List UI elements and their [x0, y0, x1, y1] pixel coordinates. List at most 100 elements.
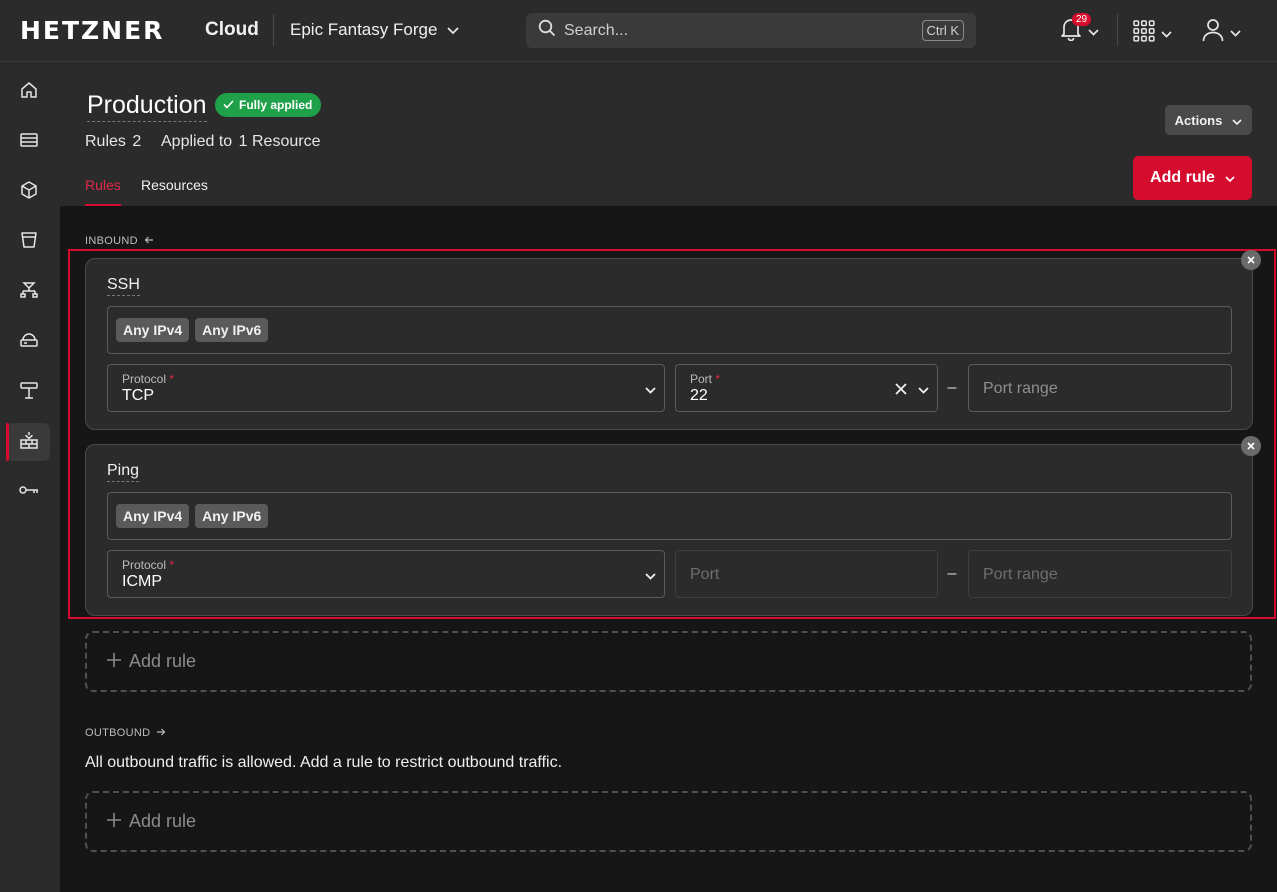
add-outbound-rule-button[interactable]: Add rule	[85, 791, 1252, 852]
storage-bucket-icon	[20, 231, 38, 254]
sidebar-item-networks[interactable]	[8, 373, 50, 411]
actions-label: Actions	[1174, 112, 1223, 128]
plus-icon	[107, 651, 121, 672]
outbound-label: OUTBOUND	[85, 727, 151, 739]
port-select[interactable]: Port * 22	[675, 364, 938, 412]
sidebar	[0, 62, 60, 892]
divider	[273, 14, 274, 46]
apps-menu-button[interactable]	[1133, 20, 1172, 47]
user-icon	[1202, 18, 1224, 47]
arrow-left-icon	[144, 235, 154, 247]
search-icon	[538, 19, 556, 42]
networks-icon	[20, 381, 38, 404]
inbound-label: INBOUND	[85, 235, 138, 247]
project-name: Epic Fantasy Forge	[290, 20, 438, 39]
clear-icon[interactable]	[895, 382, 907, 400]
chevron-down-icon	[1161, 25, 1172, 43]
sidebar-item-servers[interactable]	[8, 123, 50, 161]
rule-name[interactable]: Ping	[107, 462, 140, 482]
remove-rule-button[interactable]	[1241, 250, 1261, 270]
sidebar-item-firewalls[interactable]	[6, 423, 50, 461]
port-placeholder: Port	[690, 566, 720, 583]
close-icon	[1247, 251, 1255, 269]
rules-count: Rules 2	[85, 133, 141, 151]
notification-count-badge: 29	[1072, 13, 1092, 26]
source-ips-field[interactable]: Any IPv4 Any IPv6	[107, 492, 1232, 540]
add-rule-label: Add rule	[129, 651, 197, 671]
key-icon	[19, 483, 39, 501]
port-range-input: Port range	[968, 550, 1232, 598]
chevron-down-icon	[1088, 23, 1099, 41]
sidebar-item-security[interactable]	[8, 473, 50, 511]
plus-icon	[107, 811, 121, 832]
inbound-section-label: INBOUND	[85, 235, 154, 247]
floating-ip-icon	[20, 331, 38, 354]
rules-count-value: 2	[132, 133, 142, 150]
applied-to-count: Applied to 1 Resource	[161, 133, 320, 151]
add-inbound-rule-button[interactable]: Add rule	[85, 631, 1252, 692]
source-chip[interactable]: Any IPv6	[195, 318, 269, 342]
rule-name[interactable]: SSH	[107, 276, 140, 296]
chevron-down-icon	[447, 20, 460, 40]
user-menu-button[interactable]	[1202, 18, 1241, 47]
port-range-input[interactable]: Port range	[968, 364, 1232, 412]
source-ips-field[interactable]: Any IPv4 Any IPv6	[107, 306, 1232, 354]
chevron-down-icon	[918, 381, 929, 399]
divider	[1117, 14, 1118, 46]
protocol-select[interactable]: Protocol * ICMP	[107, 550, 665, 598]
add-rule-button[interactable]: Add rule	[1133, 156, 1252, 200]
search-input[interactable]	[564, 21, 884, 40]
sidebar-item-home[interactable]	[8, 73, 50, 111]
home-icon	[20, 81, 38, 104]
add-rule-label: Add rule	[1150, 169, 1215, 186]
applied-to-label: Applied to	[161, 133, 233, 150]
add-rule-label: Add rule	[129, 811, 197, 831]
source-chip[interactable]: Any IPv6	[195, 504, 269, 528]
firewall-icon	[20, 431, 38, 454]
page-title[interactable]: Production	[87, 91, 207, 122]
chevron-down-icon	[1225, 169, 1235, 187]
top-bar: HETZNER Cloud Epic Fantasy Forge Ctrl K …	[0, 0, 1277, 62]
arrow-right-icon	[156, 727, 166, 739]
protocol-select[interactable]: Protocol * TCP	[107, 364, 665, 412]
source-chip[interactable]: Any IPv4	[116, 504, 190, 528]
search-bar[interactable]: Ctrl K	[526, 13, 976, 48]
chevron-down-icon	[1230, 24, 1241, 42]
project-selector[interactable]: Epic Fantasy Forge	[290, 20, 460, 40]
actions-button[interactable]: Actions	[1165, 105, 1252, 135]
servers-icon	[20, 132, 38, 153]
tab-resources[interactable]: Resources	[141, 177, 208, 204]
outbound-section-label: OUTBOUND	[85, 727, 166, 739]
load-balancer-icon	[20, 281, 38, 304]
range-separator: –	[947, 379, 957, 396]
protocol-label: Protocol *	[122, 558, 175, 572]
port-label: Port *	[690, 372, 721, 386]
chevron-down-icon	[645, 567, 656, 585]
close-icon	[1247, 437, 1255, 455]
source-chip[interactable]: Any IPv4	[116, 318, 190, 342]
search-shortcut-hint: Ctrl K	[921, 20, 964, 41]
protocol-label: Protocol *	[122, 372, 175, 386]
inbound-rule-ping: Ping Any IPv4 Any IPv6 Protocol * ICMP P…	[85, 444, 1253, 616]
status-badge: Fully applied	[215, 93, 322, 117]
hetzner-logo[interactable]: HETZNER	[20, 16, 164, 45]
sidebar-item-volumes[interactable]	[8, 173, 50, 211]
sidebar-item-object-storage[interactable]	[8, 223, 50, 261]
port-range-placeholder: Port range	[983, 566, 1058, 583]
protocol-value: ICMP	[122, 573, 162, 590]
check-icon	[223, 98, 234, 112]
remove-rule-button[interactable]	[1241, 436, 1261, 456]
rules-count-label: Rules	[85, 133, 126, 150]
protocol-value: TCP	[122, 387, 154, 404]
range-separator: –	[947, 565, 957, 582]
port-range-placeholder: Port range	[983, 380, 1058, 397]
applied-to-unit: Resource	[251, 133, 321, 150]
sidebar-item-floating-ips[interactable]	[8, 323, 50, 361]
applied-to-value: 1	[238, 133, 248, 150]
sidebar-item-load-balancers[interactable]	[8, 273, 50, 311]
tab-rules[interactable]: Rules	[85, 177, 121, 206]
apps-grid-icon	[1133, 20, 1155, 47]
outbound-message: All outbound traffic is allowed. Add a r…	[85, 754, 563, 771]
status-label: Fully applied	[239, 98, 313, 112]
notifications-button[interactable]: 29	[1060, 13, 1099, 46]
